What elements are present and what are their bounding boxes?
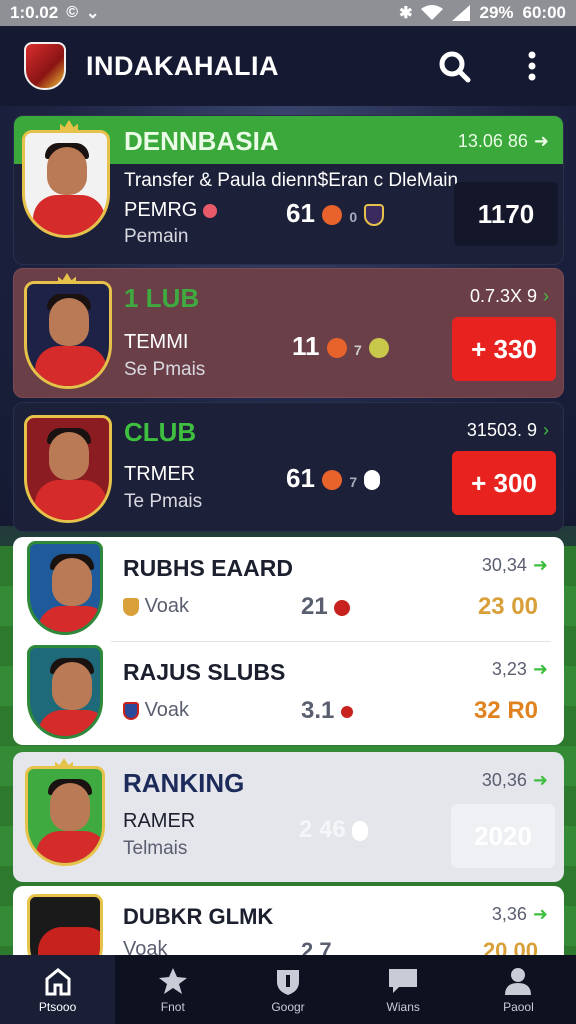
search-button[interactable] [434,46,474,86]
nav-item-clubs[interactable]: Googr [230,955,345,1024]
player-crest [27,645,103,739]
club-name: RUBHS EAARD [123,555,293,581]
team-name: Pemain [124,226,189,247]
nav-item-home[interactable]: Ptsooo [0,955,116,1024]
club-name: CLUB [124,417,197,447]
player-crest [27,894,103,956]
player-score: 3.1 [301,697,354,725]
app-title: INDAKAHALIA [86,50,279,81]
battery-level: 29% [479,3,514,22]
arrow-right-icon: ➜ [532,770,548,790]
player-crest [27,541,103,635]
card-value[interactable]: 3,36 ➜ [492,904,548,925]
player-name: PEMRG [124,199,217,222]
player-card[interactable]: RANKING 30,36 ➜ RAMER Telmais 2 46 2020 [13,752,564,882]
team-name: Te Pmais [124,491,203,512]
nav-label: Wians [386,999,420,1014]
player-score: 2 46 [299,816,369,844]
team-name: Voak [123,595,189,618]
player-crest [24,415,112,523]
chevron-right-icon: ➜ [533,131,549,151]
player-score: 61 0 [286,198,385,229]
card-value[interactable]: 13.06 86 ➜ [458,131,549,152]
nav-label: Fnot [160,999,185,1014]
arrow-right-icon: ➜ [532,555,548,575]
shield-icon [277,969,299,995]
signal-icon [452,5,471,21]
club-badge-icon [123,701,139,720]
club-badge-icon [364,204,385,227]
card-value[interactable]: 3,23 ➜ [492,659,548,680]
team-name: Se Pmais [124,359,206,380]
row-divider [111,641,551,642]
nav-item-messages[interactable]: Wians [346,955,461,1024]
user-icon [505,967,532,995]
player-list-card: RUBHS EAARD 30,34 ➜ Voak 21 23 00 RAJUS S… [13,537,564,745]
price-button[interactable]: + 330 [452,317,556,381]
nav-label: Ptsooo [38,999,77,1014]
nav-label: Paool [503,999,534,1014]
price-value[interactable]: 23 00 [478,593,538,621]
chevron-right-icon: › [543,420,549,440]
arrow-right-icon: ➜ [532,659,548,679]
bottom-navigation: Ptsooo Fnot Googr Wians Paool [0,955,576,1024]
club-badge-icon [123,597,139,616]
more-vertical-icon [528,51,536,81]
player-score: 21 [301,593,351,621]
player-score: 61 7 [286,463,381,494]
home-icon [45,967,71,995]
card-subtitle: Transfer & Paula dienn$Eran c DleMain [124,170,459,191]
player-card[interactable]: DENNBASIA 13.06 86 ➜ Transfer & Paula die… [13,115,564,265]
copyright-icon: © [66,4,78,21]
card-value[interactable]: 30,36 ➜ [482,770,548,791]
card-value[interactable]: 30,34 ➜ [482,555,548,576]
arrow-right-icon: ➜ [532,904,548,924]
wifi-icon [421,5,444,20]
chevron-down-icon: ⌄ [86,5,100,22]
price-value[interactable]: 32 R0 [474,697,538,725]
status-time-right: 60:00 [522,3,566,22]
nav-label: Googr [271,999,305,1014]
price-button[interactable]: + 300 [452,451,556,515]
price-value[interactable]: 20 00 [483,938,538,956]
player-card[interactable]: 1 LUB 0.7.3X 9 › TEMMI Se Pmais 11 7 + 33… [13,268,564,398]
status-time-left: 1:0.02 [10,3,59,22]
team-name: Voak [123,699,189,722]
more-options-button[interactable] [512,46,552,86]
team-name: Voak [123,938,168,956]
chevron-right-icon: › [543,286,549,306]
nav-item-favorites[interactable]: Fnot [115,955,230,1024]
nav-item-profile[interactable]: Paool [461,955,576,1024]
club-badge-icon [364,470,381,491]
app-logo [24,42,66,90]
bluetooth-icon: ✱ [399,5,413,22]
player-name: RAMER [123,810,196,832]
club-name: RANKING [123,768,245,798]
player-crest [25,766,105,866]
player-card[interactable]: CLUB 31503. 9 › TRMER Te Pmais 61 7 + 300 [13,402,564,532]
app-header: INDAKAHALIA [0,26,576,106]
player-card[interactable]: DUBKR GLMK 3,36 ➜ Voak 2 7 20 00 [13,886,564,956]
player-score: 11 7 [292,331,389,362]
club-name: DUBKR GLMK [123,904,274,929]
player-crest [22,130,110,238]
player-crest [24,281,112,389]
player-score: 2 7 [301,938,332,956]
club-name: 1 LUB [124,283,200,313]
message-icon [389,968,418,993]
club-name: RAJUS SLUBS [123,659,286,685]
club-name: DENNBASIA [124,126,279,156]
card-value[interactable]: 0.7.3X 9 › [470,286,549,307]
club-badge-icon [369,338,389,359]
team-name: Telmais [123,838,188,859]
player-name: TRMER [124,463,196,485]
price-button[interactable]: 1170 [454,182,558,246]
player-name: TEMMI [124,331,189,353]
search-icon [439,51,471,83]
star-icon [158,967,187,994]
status-bar: 1:0.02 © ⌄ ✱ 29% 60:00 [0,0,576,26]
price-button[interactable]: 2020 [451,804,555,868]
card-value[interactable]: 31503. 9 › [467,420,549,441]
